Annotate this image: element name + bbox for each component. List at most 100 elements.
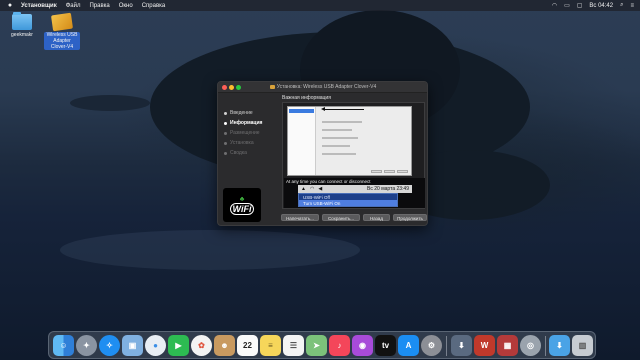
text-line	[322, 137, 358, 139]
desktop-icon-label: Wireless USB Adapter Clover-V4	[44, 32, 80, 50]
trash-icon[interactable]: ▥	[572, 335, 593, 356]
menu-strip-time: Вс 20 марта 23:49	[367, 186, 409, 192]
step-dot	[224, 111, 227, 115]
messages-icon[interactable]: ●	[145, 335, 166, 356]
step-label: Размещение	[230, 130, 260, 136]
installer-content: Важная информация At any time you can co…	[280, 93, 427, 225]
tv-icon[interactable]: tv	[375, 335, 396, 356]
battery-icon[interactable]: ▭	[564, 2, 570, 9]
notes-icon[interactable]: ≡	[260, 335, 281, 356]
system-preferences-icon[interactable]: ⚙	[421, 335, 442, 356]
photo-booth-icon[interactable]: ▦	[497, 335, 518, 356]
step-dot	[224, 151, 227, 155]
installer-sidebar: Введение Информация Размещение Установка…	[218, 93, 280, 225]
status-area: ◠ ▭ ▢ Вс 04:42 ⌕ ≡	[552, 2, 634, 9]
zoom-button[interactable]	[236, 84, 241, 90]
dock-separator	[545, 336, 546, 356]
step-dot	[224, 141, 227, 145]
close-button[interactable]	[222, 84, 227, 90]
menu-clock[interactable]: Вс 04:42	[589, 3, 613, 9]
package-icon	[50, 12, 74, 32]
app-store-icon[interactable]: A	[398, 335, 419, 356]
launchpad-icon[interactable]: ✦	[76, 335, 97, 356]
text-line	[322, 153, 356, 155]
downloads-folder-icon[interactable]: ⬇	[549, 335, 570, 356]
facetime-icon[interactable]: ▶	[168, 335, 189, 356]
mini-button	[384, 170, 395, 173]
island-left	[70, 95, 150, 111]
safari-icon[interactable]: ✧	[99, 335, 120, 356]
button-bar: Напечатать... Сохранить... Назад Продолж…	[280, 214, 427, 224]
photos-icon[interactable]: ✿	[191, 335, 212, 356]
back-button[interactable]: Назад	[363, 214, 390, 221]
arrow-annotation	[321, 107, 364, 111]
music-icon[interactable]: ♪	[329, 335, 350, 356]
finder-icon[interactable]: ☺	[53, 335, 74, 356]
menu-file[interactable]: Файл	[66, 3, 81, 9]
step-label: Введение	[230, 110, 253, 116]
minimize-button[interactable]	[229, 84, 234, 90]
apple-icon[interactable]: ●	[6, 2, 14, 9]
readme-pane[interactable]: At any time you can connect or disconnec…	[282, 102, 425, 209]
sea-reflection	[60, 230, 360, 270]
text-line	[322, 129, 352, 131]
save-button[interactable]: Сохранить...	[322, 214, 360, 221]
text-line	[322, 145, 350, 147]
step-label: Установка	[230, 140, 254, 146]
step-dot	[224, 121, 227, 125]
window-titlebar[interactable]: Установка: Wireless USB Adapter Clover-V…	[218, 82, 427, 93]
reminders-icon[interactable]: ☰	[283, 335, 304, 356]
desktop-icon-package[interactable]: Wireless USB Adapter Clover-V4	[44, 12, 80, 50]
spotlight-search-icon[interactable]: ⌕	[620, 2, 623, 9]
window-title-text: Установка: Wireless USB Adapter Clover-V…	[276, 84, 377, 90]
screenshot-caption: At any time you can connect or disconnec…	[286, 179, 371, 184]
preferences-buttons	[371, 170, 408, 173]
mini-button	[371, 170, 382, 173]
contacts-icon[interactable]: ☻	[214, 335, 235, 356]
maps-icon[interactable]: ➤	[306, 335, 327, 356]
dock: ☺ ✦ ✧ ▣ ● ▶ ✿ ☻ 22 ≡ ☰ ➤ ♪ ◉ tv A ⚙ ⬇ W …	[48, 331, 596, 359]
installer-window: Установка: Wireless USB Adapter Clover-V…	[217, 81, 428, 226]
calendar-day: 22	[243, 341, 252, 350]
menu-edit[interactable]: Правка	[89, 3, 109, 9]
photos-viewer-icon[interactable]: ▣	[122, 335, 143, 356]
window-title: Установка: Wireless USB Adapter Clover-V…	[243, 84, 403, 90]
step-information: Информация	[218, 118, 280, 128]
wifi-icon: ◠	[309, 186, 315, 192]
step-dot	[224, 131, 227, 135]
menu-help[interactable]: Справка	[142, 3, 166, 9]
step-introduction: Введение	[218, 108, 280, 118]
wifi-status-icon[interactable]: ◠	[552, 2, 557, 9]
step-label: Информация	[230, 120, 263, 126]
dock-separator	[446, 336, 447, 356]
print-button[interactable]: Напечатать...	[281, 214, 319, 221]
menu-app-name[interactable]: Установщик	[21, 3, 57, 9]
installer-icon[interactable]: ⬇	[451, 335, 472, 356]
text-line	[322, 121, 362, 123]
menu-window[interactable]: Окно	[119, 3, 133, 9]
desktop-icon-label: geekmakr	[11, 32, 33, 38]
desktop-icon-folder[interactable]: geekmakr	[4, 12, 40, 38]
wifi-logo-text: WiFi	[229, 202, 255, 215]
menu-bar: ● Установщик Файл Правка Окно Справка ◠ …	[0, 0, 640, 11]
preferences-sidebar	[288, 107, 316, 175]
sidebar-highlight	[289, 109, 314, 113]
step-label: Сводка	[230, 150, 247, 156]
wifi-logo: ♣ WiFi	[223, 188, 261, 222]
usb-wifi-dropdown: USB-WiFi Off Turn USB-WiFi On	[298, 193, 398, 207]
continue-button[interactable]: Продолжить	[393, 214, 427, 221]
podcasts-icon[interactable]: ◉	[352, 335, 373, 356]
notification-center-icon[interactable]: ≡	[630, 3, 634, 9]
menu-strip: ▲ ◠ ◀ Вс 20 марта 23:49	[298, 185, 412, 193]
calendar-icon[interactable]: 22	[237, 335, 258, 356]
display-icon[interactable]: ▢	[577, 2, 583, 9]
readme-screenshot-menu: At any time you can connect or disconnec…	[284, 178, 425, 208]
island-rock	[470, 198, 506, 218]
wifi-utility-icon[interactable]: W	[474, 335, 495, 356]
readme-screenshot-preferences	[287, 106, 412, 176]
step-summary: Сводка	[218, 148, 280, 158]
usb-wifi-icon: ▲	[301, 186, 306, 192]
disk-utility-icon[interactable]: ◎	[520, 335, 541, 356]
step-list: Введение Информация Размещение Установка…	[218, 93, 280, 158]
package-icon	[269, 84, 275, 89]
